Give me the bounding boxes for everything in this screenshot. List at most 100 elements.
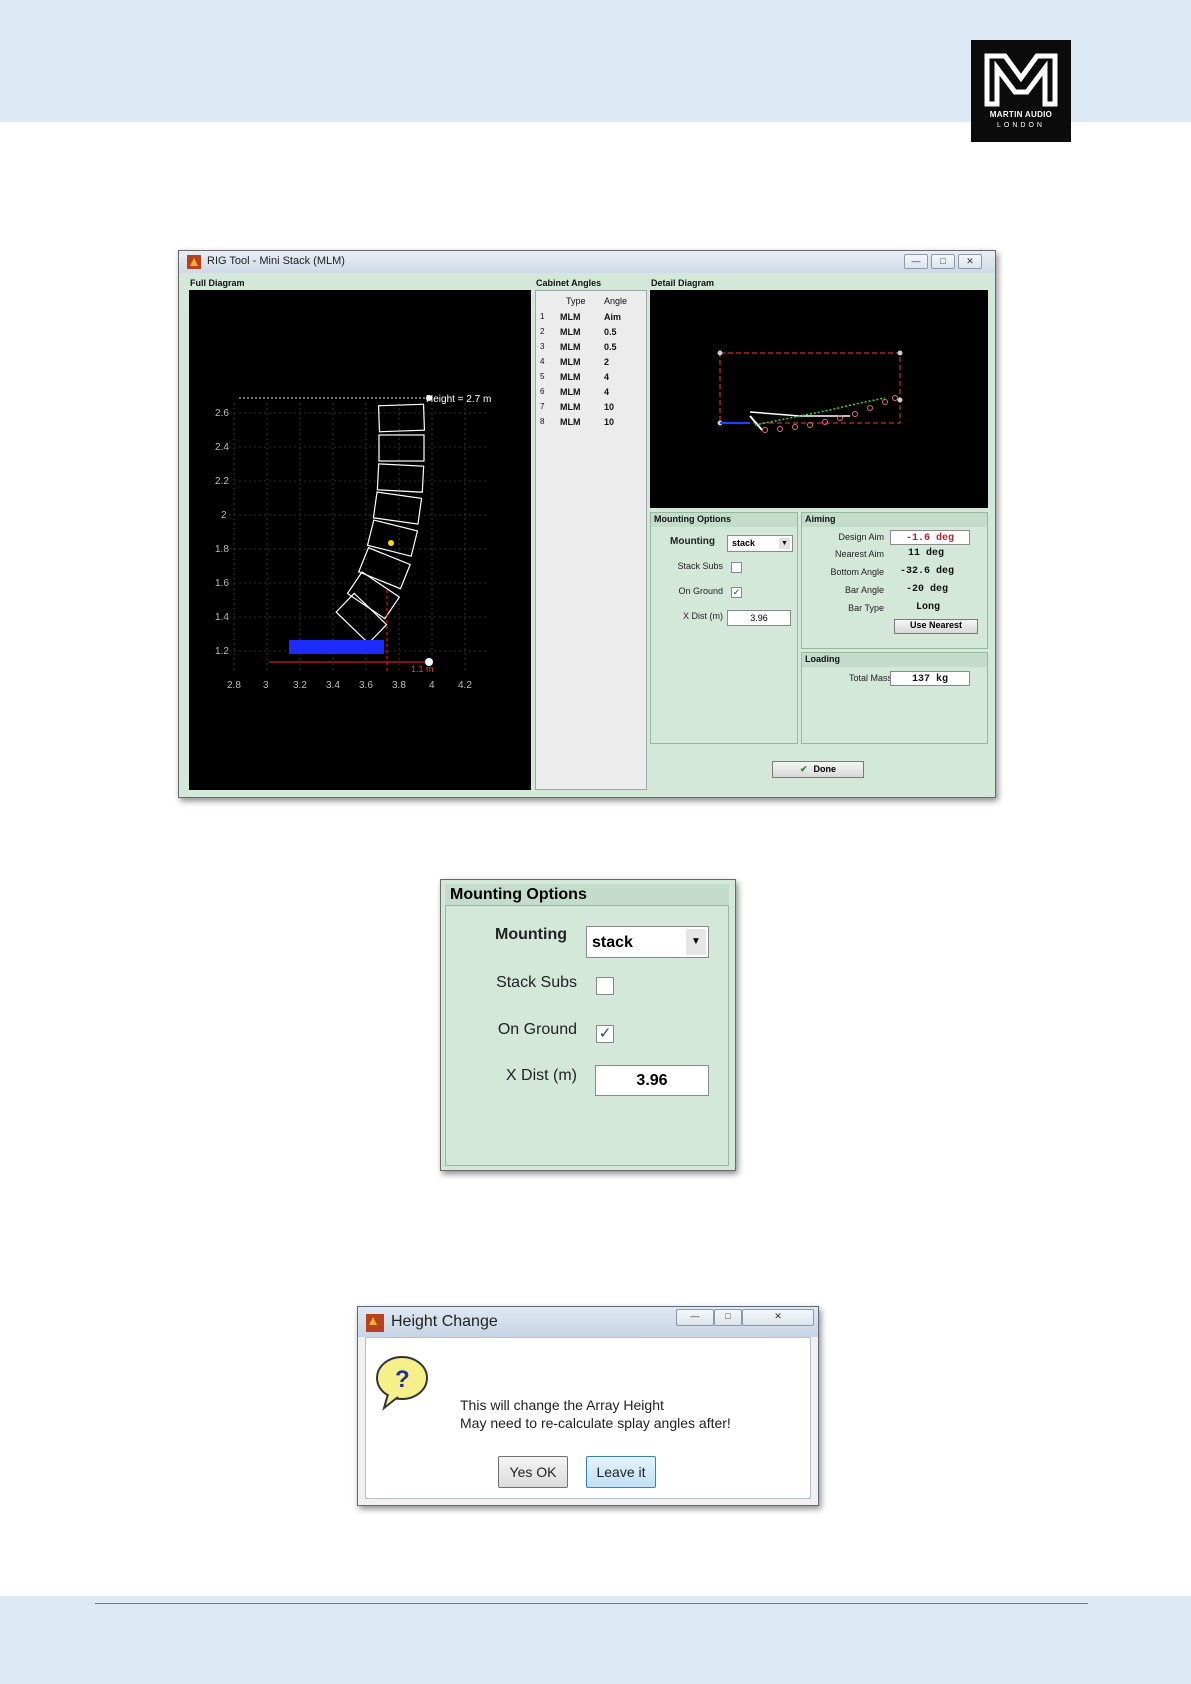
x-tick-label: 3.2	[293, 680, 307, 691]
cabinet-angle[interactable]: 2	[604, 357, 609, 367]
bottom-angle-label: Bottom Angle	[830, 567, 884, 577]
leave-it-button[interactable]: Leave it	[586, 1456, 656, 1488]
table-row[interactable]: 8 MLM 10	[536, 415, 646, 430]
row-number: 2	[540, 327, 545, 336]
mounting-select[interactable]: stack ▼	[727, 535, 793, 552]
question-icon: ?	[376, 1356, 428, 1411]
stack-subs-checkbox[interactable]	[731, 562, 742, 573]
y-tick-label: 2.6	[215, 408, 229, 419]
cabinet-angle[interactable]: 0.5	[604, 342, 617, 352]
cabinet-type: MLM	[560, 402, 581, 412]
cabinet-type: MLM	[560, 327, 581, 337]
cabinet-angles-table[interactable]: Type Angle 1 MLM Aim 2 MLM 0.5 3 MLM 0.5…	[535, 290, 647, 790]
zoom-x-dist-input[interactable]: 3.96	[595, 1065, 709, 1096]
zoom-on-ground-checkbox[interactable]: ✓	[596, 1025, 614, 1043]
bar-type-label: Bar Type	[848, 603, 884, 613]
table-row[interactable]: 3 MLM 0.5	[536, 340, 646, 355]
use-nearest-button[interactable]: Use Nearest	[894, 619, 978, 634]
chevron-down-icon[interactable]: ▼	[779, 538, 790, 549]
cabinet-angle[interactable]: 10	[604, 402, 614, 412]
dialog-maximize-button[interactable]: □	[714, 1309, 742, 1326]
zoom-stack-subs-checkbox[interactable]	[596, 977, 614, 995]
y-tick-label: 1.8	[215, 544, 229, 555]
zoom-mounting-select[interactable]: stack ▼	[586, 926, 709, 958]
loading-panel: Loading Total Mass 137 kg	[801, 652, 988, 744]
maximize-button[interactable]: □	[931, 254, 955, 269]
mounting-select-value: stack	[732, 538, 756, 548]
x-dist-input[interactable]: 3.96	[727, 610, 791, 626]
table-row[interactable]: 7 MLM 10	[536, 400, 646, 415]
nearest-aim-label: Nearest Aim	[834, 549, 884, 559]
cabinet-angle[interactable]: 10	[604, 417, 614, 427]
x-tick-label: 3.4	[326, 680, 340, 691]
dialog-titlebar: Height Change — □ ✕	[358, 1307, 818, 1337]
height-annotation: Height = 2.7 m	[426, 394, 491, 405]
y-tick-label: 1.6	[215, 578, 229, 589]
dialog-message-line1: This will change the Array Height	[460, 1397, 664, 1413]
dialog-message-line2: May need to re-calculate splay angles af…	[460, 1415, 731, 1431]
design-aim-input[interactable]: -1.6 deg	[890, 530, 970, 545]
table-row[interactable]: 6 MLM 4	[536, 385, 646, 400]
detail-diagram-label: Detail Diagram	[651, 278, 715, 288]
y-tick-label: 2.2	[215, 476, 229, 487]
zoom-stack-subs-label: Stack Subs	[496, 974, 577, 991]
nearest-aim-value: 11 deg	[908, 548, 945, 559]
y-tick-label: 1.4	[215, 612, 229, 623]
window-title: RIG Tool - Mini Stack (MLM)	[207, 255, 345, 267]
chevron-down-icon[interactable]: ▼	[686, 929, 706, 955]
table-row[interactable]: 2 MLM 0.5	[536, 325, 646, 340]
bar-type-value: Long	[916, 602, 941, 613]
zoom-x-dist-label: X Dist (m)	[505, 1067, 577, 1084]
matlab-app-icon	[366, 1314, 384, 1332]
svg-text:?: ?	[395, 1366, 410, 1393]
cabinet-angle[interactable]: 4	[604, 387, 609, 397]
full-diagram-label: Full Diagram	[190, 278, 245, 288]
cabinet-angle[interactable]: 0.5	[604, 327, 617, 337]
height-change-dialog: Height Change — □ ✕ ? This will change t…	[357, 1306, 819, 1506]
done-button[interactable]: ✔ Done	[772, 761, 864, 778]
distance-annotation: 1.1 m	[411, 664, 434, 674]
detail-diagram-plot[interactable]	[650, 290, 988, 508]
dialog-title: Height Change	[391, 1313, 498, 1330]
bottom-angle-value: -32.6 deg	[900, 566, 955, 577]
speaker-array	[335, 403, 426, 645]
cabinet-type: MLM	[560, 342, 581, 352]
zoom-mounting-select-value: stack	[592, 934, 633, 951]
cabinet-angle[interactable]: Aim	[604, 312, 621, 322]
on-ground-label: On Ground	[678, 586, 723, 596]
on-ground-checkbox[interactable]: ✓	[731, 587, 742, 598]
dialog-close-button[interactable]: ✕	[742, 1309, 814, 1326]
dialog-minimize-button[interactable]: —	[676, 1309, 714, 1326]
bar-angle-value: -20 deg	[906, 584, 949, 595]
footer-rule	[95, 1603, 1088, 1604]
zoom-mounting-label: Mounting	[495, 926, 567, 943]
stack-subs-label: Stack Subs	[677, 561, 723, 571]
cabinet-angle[interactable]: 4	[604, 372, 609, 382]
close-button[interactable]: ✕	[958, 254, 982, 269]
table-row[interactable]: 5 MLM 4	[536, 370, 646, 385]
design-aim-label: Design Aim	[838, 532, 884, 542]
mounting-label: Mounting	[670, 536, 715, 547]
footer-band	[0, 1596, 1191, 1684]
cabinet-type: MLM	[560, 312, 581, 322]
logo-subtext: LONDON	[997, 122, 1045, 129]
x-tick-label: 3.8	[392, 680, 406, 691]
loading-title: Loading	[802, 653, 987, 667]
x-tick-label: 3	[263, 680, 269, 691]
minimize-button[interactable]: —	[904, 254, 928, 269]
row-number: 7	[540, 402, 545, 411]
row-number: 1	[540, 312, 545, 321]
table-row[interactable]: 1 MLM Aim	[536, 310, 646, 325]
yes-ok-button[interactable]: Yes OK	[498, 1456, 568, 1488]
x-tick-label: 3.6	[359, 680, 373, 691]
full-diagram-plot[interactable]: Height = 2.7 m 1.1 m 2.8 3 3.2 3.4 3.6 3…	[189, 290, 531, 790]
x-dist-label: X Dist (m)	[683, 611, 723, 621]
y-tick-label: 2.4	[215, 442, 229, 453]
matlab-app-icon	[187, 255, 201, 269]
cabinet-type: MLM	[560, 357, 581, 367]
row-number: 3	[540, 342, 545, 351]
y-tick-label: 1.2	[215, 646, 229, 657]
column-header-type: Type	[566, 296, 586, 306]
table-row[interactable]: 4 MLM 2	[536, 355, 646, 370]
row-number: 6	[540, 387, 545, 396]
